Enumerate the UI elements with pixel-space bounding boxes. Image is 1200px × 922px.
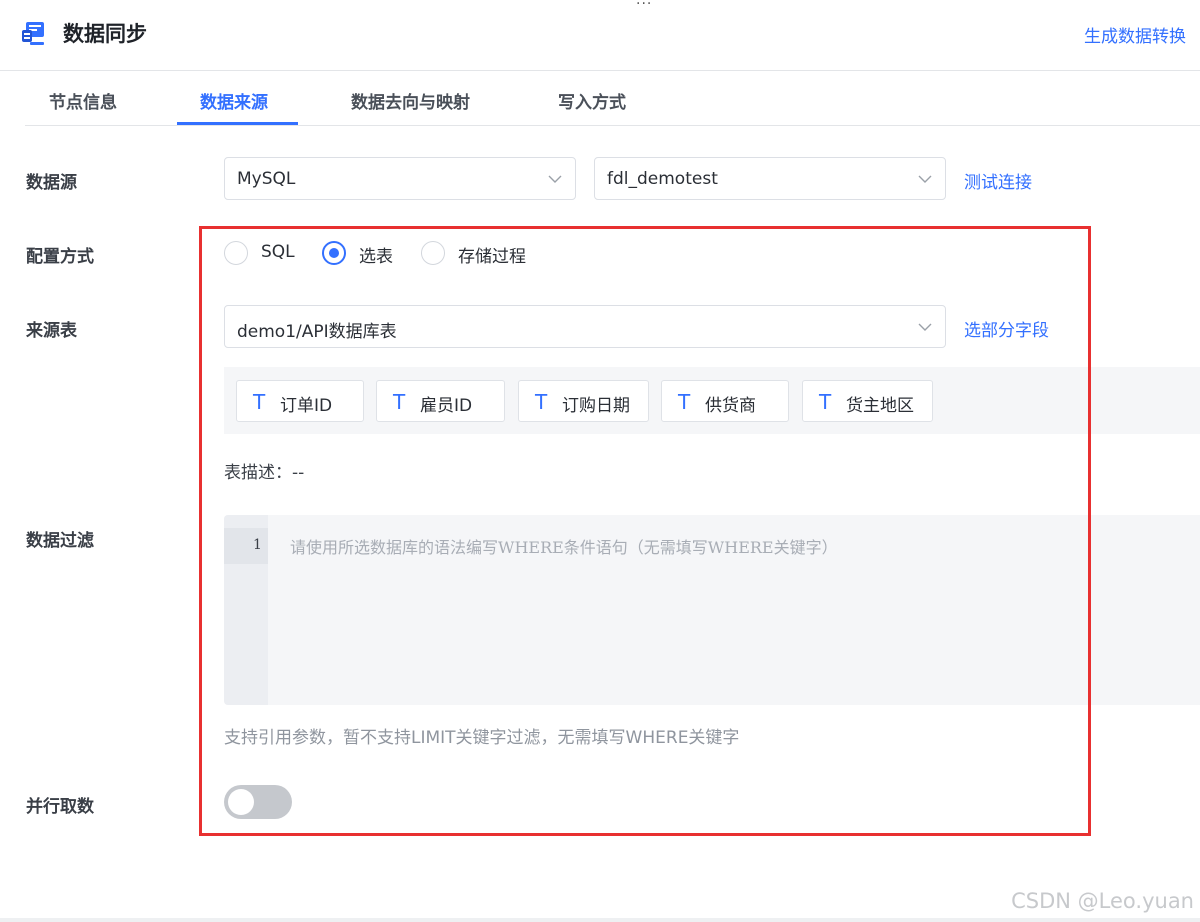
- where-clause-editor[interactable]: 1 请使用所选数据库的语法编写WHERE条件语句（无需填写WHERE关键字）: [224, 515, 1200, 705]
- field-chip[interactable]: T 订单ID: [236, 380, 364, 422]
- field-chip-label: 货主地区: [846, 396, 914, 416]
- page-header: 数据同步 生成数据转换: [0, 0, 1200, 71]
- editor-placeholder: 请使用所选数据库的语法编写WHERE条件语句（无需填写WHERE关键字）: [290, 538, 838, 557]
- field-chip[interactable]: T 货主地区: [802, 380, 933, 422]
- chevron-down-icon: [918, 323, 932, 331]
- datasource-connection-select[interactable]: fdl_demotest: [594, 157, 946, 200]
- parallel-fetch-label: 并行取数: [26, 797, 94, 817]
- data-filter-label: 数据过滤: [26, 531, 94, 551]
- test-connection-link[interactable]: 测试连接: [964, 168, 1032, 193]
- field-chip[interactable]: T 雇员ID: [376, 380, 505, 422]
- line-number: 1: [253, 537, 262, 553]
- radio-stored-procedure-label: 存储过程: [458, 247, 526, 267]
- chevron-down-icon: [548, 175, 562, 183]
- field-chip[interactable]: T 供货商: [661, 380, 789, 422]
- field-chip-label: 雇员ID: [420, 396, 473, 416]
- text-type-icon: T: [253, 390, 266, 414]
- radio-circle: [224, 241, 248, 265]
- datasource-type-select[interactable]: MySQL: [224, 157, 576, 200]
- editor-gutter: 1: [224, 515, 268, 705]
- tab-data-source[interactable]: 数据来源: [200, 88, 268, 113]
- bottom-divider: [0, 918, 1200, 922]
- radio-stored-procedure[interactable]: 存储过程: [421, 241, 541, 267]
- text-type-icon: T: [393, 390, 406, 414]
- datasource-label: 数据源: [26, 173, 77, 193]
- radio-circle: [322, 241, 346, 265]
- source-fields-panel: T 订单ID T 雇员ID T 订购日期 T 供货商 T 货主地区: [224, 367, 1200, 434]
- active-tab-indicator: [177, 122, 298, 125]
- field-chip-label: 订购日期: [562, 396, 630, 416]
- text-type-icon: T: [678, 390, 691, 414]
- radio-circle: [421, 241, 445, 265]
- datasource-type-value: MySQL: [237, 169, 296, 189]
- datasource-connection-value: fdl_demotest: [607, 169, 718, 189]
- source-table-value: demo1/API数据库表: [237, 322, 397, 342]
- source-table-select[interactable]: demo1/API数据库表: [224, 305, 946, 348]
- field-chip[interactable]: T 订购日期: [518, 380, 649, 422]
- config-mode-label: 配置方式: [26, 247, 94, 267]
- table-description: 表描述：--: [224, 463, 305, 483]
- text-type-icon: T: [819, 390, 832, 414]
- data-filter-hint: 支持引用参数，暂不支持LIMIT关键字过滤，无需填写WHERE关键字: [224, 728, 740, 748]
- radio-sql-label: SQL: [261, 242, 295, 262]
- tab-bar: 节点信息 数据来源 数据去向与映射 写入方式: [25, 72, 1200, 126]
- chevron-down-icon: [918, 175, 932, 183]
- toggle-knob: [228, 789, 254, 815]
- select-partial-fields-link[interactable]: 选部分字段: [964, 316, 1049, 341]
- radio-select-table-label: 选表: [359, 247, 393, 267]
- tab-write-mode[interactable]: 写入方式: [558, 88, 626, 113]
- watermark: CSDN @Leo.yuan: [1011, 889, 1194, 913]
- data-sync-icon: [22, 22, 44, 45]
- radio-sql[interactable]: SQL: [224, 241, 304, 265]
- page-title: 数据同步: [63, 22, 147, 46]
- field-chip-label: 订单ID: [280, 396, 333, 416]
- generate-data-transform-link[interactable]: 生成数据转换: [1084, 22, 1186, 47]
- tab-data-destination-mapping[interactable]: 数据去向与映射: [351, 88, 470, 113]
- radio-select-table[interactable]: 选表: [322, 241, 402, 267]
- field-chip-label: 供货商: [705, 396, 756, 416]
- tab-node-info[interactable]: 节点信息: [49, 88, 117, 113]
- parallel-fetch-toggle[interactable]: [224, 785, 292, 819]
- text-type-icon: T: [535, 390, 548, 414]
- source-table-label: 来源表: [26, 321, 77, 341]
